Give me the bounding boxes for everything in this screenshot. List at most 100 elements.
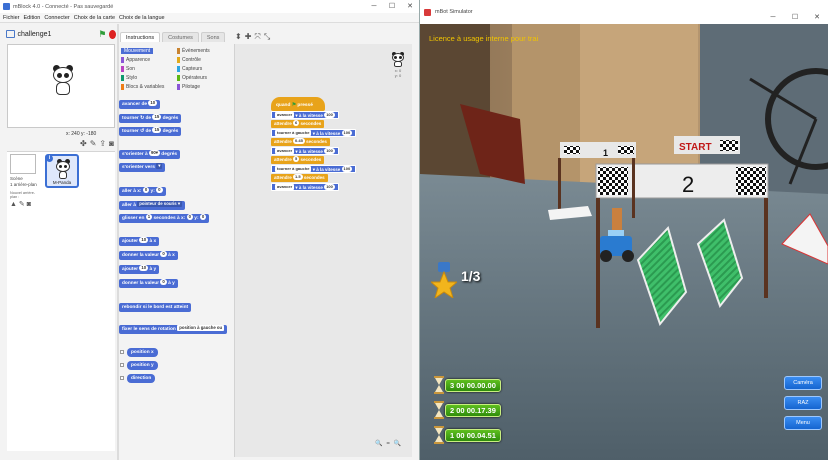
menu-choix-carte[interactable]: Choix de la carte [74, 13, 115, 22]
robot-marker [612, 208, 622, 230]
gate-1-number: 1 [603, 148, 608, 158]
menu-fichier[interactable]: Fichier [3, 13, 20, 22]
info-icon[interactable]: i [46, 155, 53, 162]
reporter-direction[interactable]: direction [127, 374, 156, 383]
panda-thumb [56, 159, 70, 179]
block-change-x[interactable]: ajouter 10 à x [119, 237, 160, 246]
zoom-reset-icon[interactable]: = [386, 441, 391, 447]
brush-icon[interactable]: ✎ [19, 201, 25, 208]
script-turn-left-2[interactable]: tourner à gauche ▾ à la vitesse 100 [271, 165, 357, 173]
checkbox-position-y[interactable] [120, 363, 124, 367]
checkbox-direction[interactable] [120, 376, 124, 380]
shrink-icon[interactable]: ⤡ [264, 32, 273, 41]
grow-icon[interactable]: ⤧ [254, 32, 263, 41]
script-wait-3[interactable]: attendre 5 secondes [271, 156, 325, 164]
camera-icon[interactable]: ◙ [109, 139, 114, 148]
add-sprite-icon[interactable]: ✤ [80, 139, 87, 148]
block-rotation-style[interactable]: fixer le sens de rotation position à gau… [119, 325, 228, 334]
stage-toolbar: challenge1 ⚑ [6, 26, 116, 42]
category-stylo[interactable]: Stylo [121, 75, 137, 81]
green-flag-icon[interactable]: ⚑ [98, 29, 106, 39]
block-point-towards[interactable]: s'orienter vers ▾ [119, 163, 166, 172]
scene-column: Scène 1 arrière-plan Nouvel arrière-plan… [10, 154, 42, 208]
script-forward-3[interactable]: avancer ▾ à la vitesse 100 [271, 183, 339, 191]
block-glide[interactable]: glisser en 1 secondes à x: 0 y: 0 [119, 214, 210, 223]
tab-instructions[interactable]: Instructions [120, 32, 161, 42]
block-goto-xy[interactable]: aller à x: 0 y: 0 [119, 187, 166, 196]
panda-sprite [52, 65, 74, 97]
close-button[interactable]: ✕ [401, 0, 419, 13]
block-set-y[interactable]: donner la valeur 0 à y [119, 279, 178, 288]
block-change-y[interactable]: ajouter 10 à y [119, 265, 160, 274]
delete-icon[interactable]: ✚ [245, 32, 255, 41]
category-blocs-variables[interactable]: Blocs & variables [121, 84, 164, 90]
checkbox-position-x[interactable] [120, 350, 124, 354]
camera-button[interactable]: Caméra [784, 376, 822, 390]
script-wait-4[interactable]: attendre 1.5 secondes [271, 174, 328, 182]
gate-2-number: 2 [682, 172, 694, 197]
script-area[interactable]: x: 0 y: 0 quand ⚑ pressé avancer ▾ à la … [234, 44, 412, 457]
maximize-button[interactable]: ☐ [383, 0, 401, 13]
duplicate-icon[interactable]: ⬍ [235, 32, 245, 41]
upload-sprite-icon[interactable]: ⇪ [99, 139, 106, 148]
simulator-app-icon [424, 8, 431, 16]
block-set-x[interactable]: donner la valeur 0 à x [119, 251, 178, 260]
sim-close-button[interactable]: ✕ [806, 6, 828, 21]
stop-icon[interactable] [109, 29, 116, 39]
tab-costumes[interactable]: Costumes [162, 32, 199, 42]
zoom-in-icon[interactable]: 🔍 [394, 441, 402, 447]
flag-icon-in-block: ⚑ [291, 103, 297, 108]
category-pilotage[interactable]: Pilotage [177, 84, 200, 90]
category-apparence[interactable]: Apparence [121, 57, 150, 63]
script-forward-1[interactable]: avancer ▾ à la vitesse 100 [271, 111, 339, 119]
sprite-corner-coords: x: 0 y: 0 [394, 68, 402, 78]
category-capteurs[interactable]: Capteurs [177, 66, 202, 72]
when-flag-clicked-block[interactable]: quand ⚑ pressé [271, 97, 325, 111]
reporter-position-x[interactable]: position x [127, 348, 158, 357]
zoom-out-icon[interactable]: 🔍 [375, 441, 383, 447]
tab-sons[interactable]: Sons [200, 32, 226, 42]
project-name: challenge1 [17, 30, 52, 38]
new-backdrop-tools: ▲ ✎ ◙ [10, 200, 42, 208]
script-wait-2[interactable]: attendre 0.45 secondes [271, 138, 330, 146]
reporter-position-y[interactable]: position y [127, 361, 158, 370]
lap-times: 3 00 00.00.00 2 00 00.17.39 1 00 00.04.5… [434, 374, 501, 449]
menu-button[interactable]: Menu [784, 416, 822, 430]
cursor-tools: ⬍✚⤧⤡ [235, 32, 273, 42]
lap-time-3-value: 3 00 00.00.00 [445, 378, 501, 392]
backdrop-camera-icon[interactable]: ◙ [27, 201, 31, 208]
start-text: START [679, 142, 712, 153]
category-mouvement[interactable]: Mouvement [121, 48, 154, 54]
category-controle[interactable]: Contrôle [177, 57, 201, 63]
menu-choix-langue[interactable]: Choix de la langue [119, 13, 165, 22]
fullscreen-icon[interactable] [6, 30, 15, 38]
category-evenements[interactable]: Évènements [177, 48, 210, 54]
menubar: Fichier Edition Connecter Choix de la ca… [0, 13, 419, 23]
block-turn-right[interactable]: tourner ↻ de 15 degrés [119, 114, 182, 123]
category-operateurs[interactable]: Opérateurs [177, 75, 207, 81]
block-turn-left[interactable]: tourner ↺ de 15 degrés [119, 127, 182, 136]
landscape-icon[interactable]: ▲ [10, 201, 17, 208]
scene-thumbnail[interactable] [10, 154, 36, 174]
stage[interactable] [7, 44, 115, 128]
menu-edition[interactable]: Edition [24, 13, 41, 22]
script-forward-2[interactable]: avancer ▾ à la vitesse 100 [271, 147, 339, 155]
sim-maximize-button[interactable]: ☐ [784, 6, 806, 21]
block-move-steps[interactable]: avancer de 10 [119, 100, 161, 109]
script-turn-left-1[interactable]: tourner à gauche ▾ à la vitesse 100 [271, 129, 357, 137]
raz-button[interactable]: RAZ [784, 396, 822, 410]
block-bounce[interactable]: rebondir si le bord est atteint [119, 303, 192, 312]
simulator-3d-view[interactable]: 1 START 2 Licence à usage interne pour t… [420, 24, 828, 460]
lap-time-3: 3 00 00.00.00 [434, 374, 501, 396]
paint-sprite-icon[interactable]: ✎ [90, 139, 97, 148]
menu-connecter[interactable]: Connecter [44, 13, 69, 22]
category-son[interactable]: Son [121, 66, 135, 72]
block-point-direction[interactable]: s'orienter à 90▾ degrés [119, 150, 181, 159]
minimize-button[interactable]: ─ [365, 0, 383, 13]
block-goto-target[interactable]: aller à pointeur de souris ▾ [119, 201, 186, 210]
scene-backdrop-count: 1 arrière-plan [10, 181, 37, 187]
lap-time-2: 2 00 00.17.39 [434, 399, 501, 421]
sprite-thumbnail-mpanda[interactable]: i M-Panda [45, 154, 79, 188]
script-wait-1[interactable]: attendre 6 secondes [271, 120, 325, 128]
sim-minimize-button[interactable]: ─ [762, 6, 784, 21]
